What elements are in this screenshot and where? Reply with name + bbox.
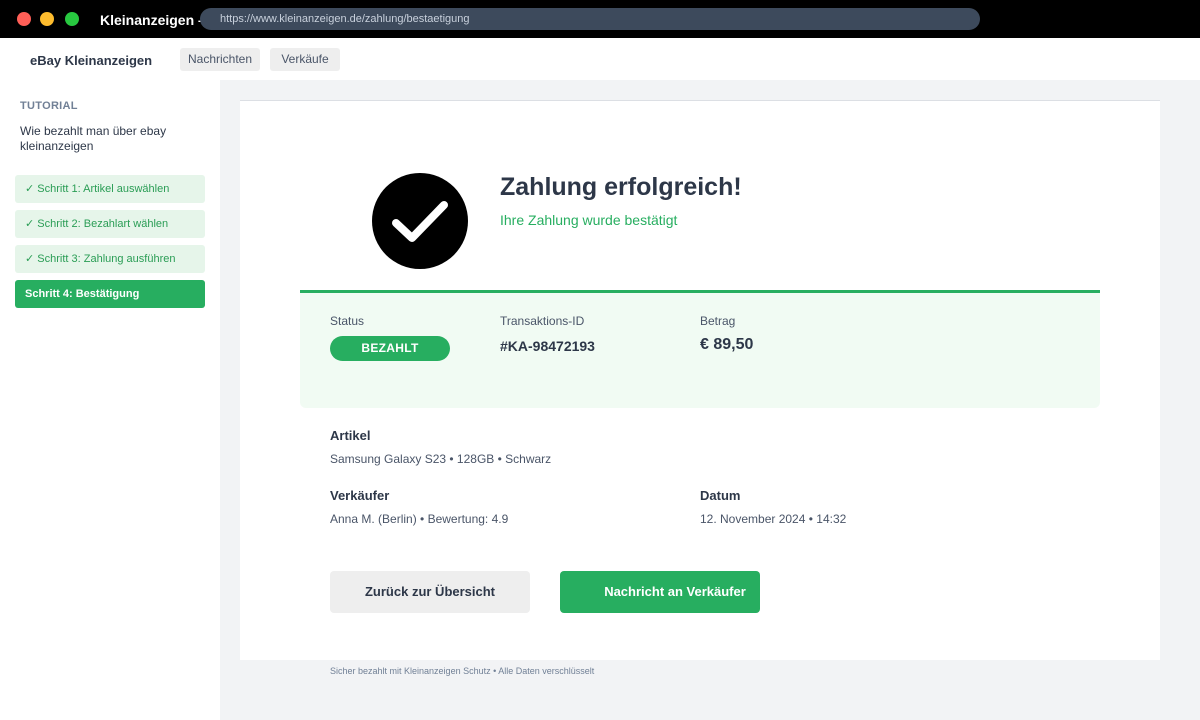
maximize-window-button[interactable]: [65, 12, 79, 26]
brand-logo[interactable]: eBay Kleinanzeigen: [30, 53, 152, 68]
amount-value: € 89,50: [700, 336, 754, 353]
sidebar-description: Wie bezahlt man über ebay kleinanzeigen: [20, 124, 167, 153]
confirmation-card: Zahlung erfolgreich! Ihre Zahlung wurde …: [240, 100, 1160, 660]
transaction-id-value: #KA-98472193: [500, 338, 595, 354]
payment-summary: Status BEZAHLT Transaktions-ID #KA-98472…: [300, 290, 1100, 408]
window-titlebar: Kleinanzeigen – https://www.kleinanzeige…: [0, 0, 1200, 38]
seller-label: Verkäufer: [330, 488, 390, 503]
message-seller-button[interactable]: Nachricht an Verkäufer: [560, 571, 760, 613]
article-label: Artikel: [330, 428, 371, 443]
page-title: Zahlung erfolgreich!: [500, 173, 742, 201]
checkmark-circle-icon: [372, 173, 468, 269]
date-label: Datum: [700, 488, 741, 503]
page-subtitle: Ihre Zahlung wurde bestätigt: [500, 212, 678, 228]
sidebar-step-2[interactable]: ✓ Schritt 2: Bezahlart wählen: [15, 210, 205, 238]
back-to-overview-button[interactable]: Zurück zur Übersicht: [330, 571, 530, 613]
nav-tab-nachrichten[interactable]: Nachrichten: [180, 48, 260, 71]
security-footer-note: Sicher bezahlt mit Kleinanzeigen Schutz …: [330, 666, 595, 676]
seller-value: Anna M. (Berlin) • Bewertung: 4.9: [330, 512, 509, 526]
amount-label: Betrag: [700, 314, 736, 328]
sidebar-step-1[interactable]: ✓ Schritt 1: Artikel auswählen: [15, 175, 205, 203]
sidebar-heading: TUTORIAL: [20, 100, 78, 112]
minimize-window-button[interactable]: [40, 12, 54, 26]
close-window-button[interactable]: [17, 12, 31, 26]
top-navigation: eBay Kleinanzeigen Nachrichten Verkäufe: [0, 38, 1200, 80]
checkmark-icon: [392, 201, 448, 242]
url-bar[interactable]: https://www.kleinanzeigen.de/zahlung/bes…: [200, 8, 980, 30]
sidebar-step-3[interactable]: ✓ Schritt 3: Zahlung ausführen: [15, 245, 205, 273]
tutorial-sidebar: TUTORIAL Wie bezahlt man über ebay klein…: [0, 80, 220, 720]
sidebar-step-4[interactable]: Schritt 4: Bestätigung: [15, 280, 205, 308]
window-title: Kleinanzeigen –: [100, 12, 206, 28]
article-value: Samsung Galaxy S23 • 128GB • Schwarz: [330, 452, 552, 466]
status-badge: BEZAHLT: [330, 336, 450, 361]
transaction-id-label: Transaktions-ID: [500, 314, 585, 328]
nav-tab-verkaeufe[interactable]: Verkäufe: [270, 48, 340, 71]
status-label: Status: [330, 314, 365, 328]
date-value: 12. November 2024 • 14:32: [700, 512, 847, 526]
